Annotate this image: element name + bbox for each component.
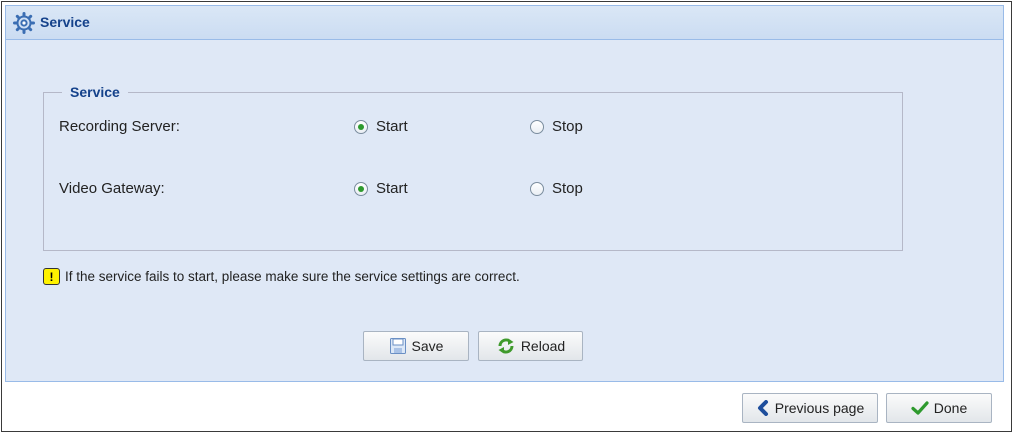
reload-icon xyxy=(498,338,514,354)
service-panel: Service Service Recording Server: Start … xyxy=(5,5,1004,382)
note-text: If the service fails to start, please ma… xyxy=(65,269,520,284)
chevron-left-icon xyxy=(757,400,768,416)
done-button[interactable]: Done xyxy=(886,393,992,423)
panel-title: Service xyxy=(40,14,90,30)
radio-label: Start xyxy=(376,180,408,197)
done-label: Done xyxy=(933,400,968,416)
radio-circle-checked[interactable] xyxy=(354,119,368,134)
reload-button-label: Reload xyxy=(520,338,566,354)
save-button[interactable]: Save xyxy=(363,331,469,361)
warning-icon: ! xyxy=(43,268,60,285)
checkmark-icon xyxy=(911,401,929,415)
video-gateway-label: Video Gateway: xyxy=(59,180,165,197)
save-icon xyxy=(389,338,406,354)
gear-icon xyxy=(13,12,35,34)
video-gateway-start-radio[interactable]: Start xyxy=(354,180,408,197)
save-button-label: Save xyxy=(411,338,444,354)
previous-page-button[interactable]: Previous page xyxy=(742,393,878,423)
radio-label: Start xyxy=(376,118,408,135)
recording-server-start-radio[interactable]: Start xyxy=(354,118,408,135)
dialog-frame: Service Service Recording Server: Start … xyxy=(1,1,1012,432)
radio-label: Stop xyxy=(552,180,583,197)
previous-page-label: Previous page xyxy=(774,400,865,416)
service-note: ! If the service fails to start, please … xyxy=(43,268,520,285)
radio-circle-checked[interactable] xyxy=(354,181,368,196)
radio-circle[interactable] xyxy=(530,181,544,196)
recording-server-stop-radio[interactable]: Stop xyxy=(530,118,583,135)
reload-button[interactable]: Reload xyxy=(478,331,583,361)
fieldset-legend: Service xyxy=(70,84,120,100)
panel-header: Service xyxy=(6,6,1003,40)
radio-circle[interactable] xyxy=(530,119,544,134)
service-fieldset: Service xyxy=(43,84,903,251)
radio-label: Stop xyxy=(552,118,583,135)
video-gateway-stop-radio[interactable]: Stop xyxy=(530,180,583,197)
recording-server-label: Recording Server: xyxy=(59,118,180,135)
